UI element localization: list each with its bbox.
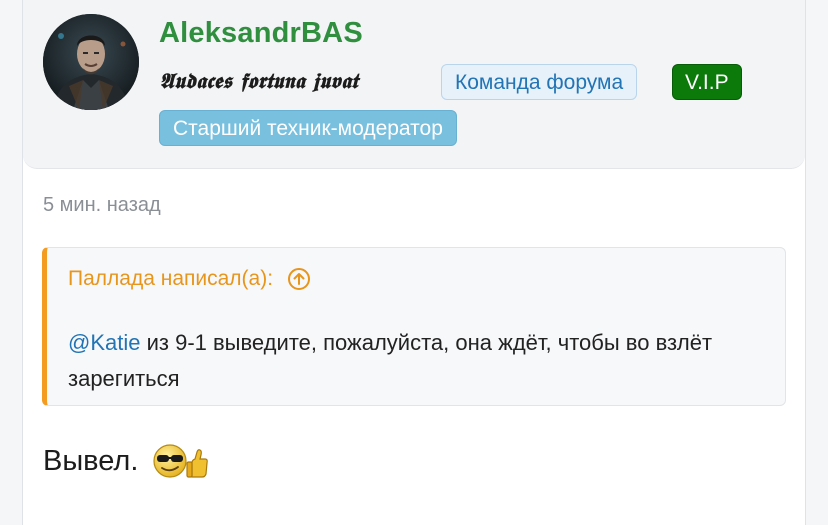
message-text: Вывел. xyxy=(43,444,139,477)
post-message: Вывел. xyxy=(43,443,210,479)
quote-body-text: из 9-1 выведите, пожалуйста, она ждёт, ч… xyxy=(68,330,713,391)
post-timestamp[interactable]: 5 мин. назад xyxy=(43,194,161,217)
arrow-up-circle-icon[interactable] xyxy=(287,267,311,291)
user-mention-link[interactable]: @Katie xyxy=(68,330,140,355)
cool-thumbs-up-smiley-icon xyxy=(152,443,210,479)
badge-senior-moderator: Старший техник-модератор xyxy=(159,110,457,146)
avatar[interactable] xyxy=(43,14,139,110)
avatar-portrait-icon xyxy=(43,14,139,110)
forum-post: AleksandrBAS 𝕬𝖚𝖉𝖆𝖈𝖊𝖘 𝖋𝖔𝖗𝖙𝖚𝖓𝖆 𝖏𝖚𝖛𝖆𝖙 Коман… xyxy=(22,0,806,525)
user-motto: 𝕬𝖚𝖉𝖆𝖈𝖊𝖘 𝖋𝖔𝖗𝖙𝖚𝖓𝖆 𝖏𝖚𝖛𝖆𝖙 xyxy=(159,68,359,93)
quote-header[interactable]: Паллада написал(а): xyxy=(68,267,311,291)
badge-vip: V.I.P xyxy=(672,64,742,100)
quote-author-label: Паллада написал(а): xyxy=(68,267,274,290)
user-card: AleksandrBAS 𝕬𝖚𝖉𝖆𝖈𝖊𝖘 𝖋𝖔𝖗𝖙𝖚𝖓𝖆 𝖏𝖚𝖛𝖆𝖙 Коман… xyxy=(23,0,805,169)
quote-block: Паллада написал(а): @Katie из 9-1 выведи… xyxy=(42,247,786,406)
quote-text: @Katie из 9-1 выведите, пожалуйста, она … xyxy=(68,325,768,397)
username[interactable]: AleksandrBAS xyxy=(159,17,363,50)
badge-forum-team: Команда форума xyxy=(441,64,638,100)
